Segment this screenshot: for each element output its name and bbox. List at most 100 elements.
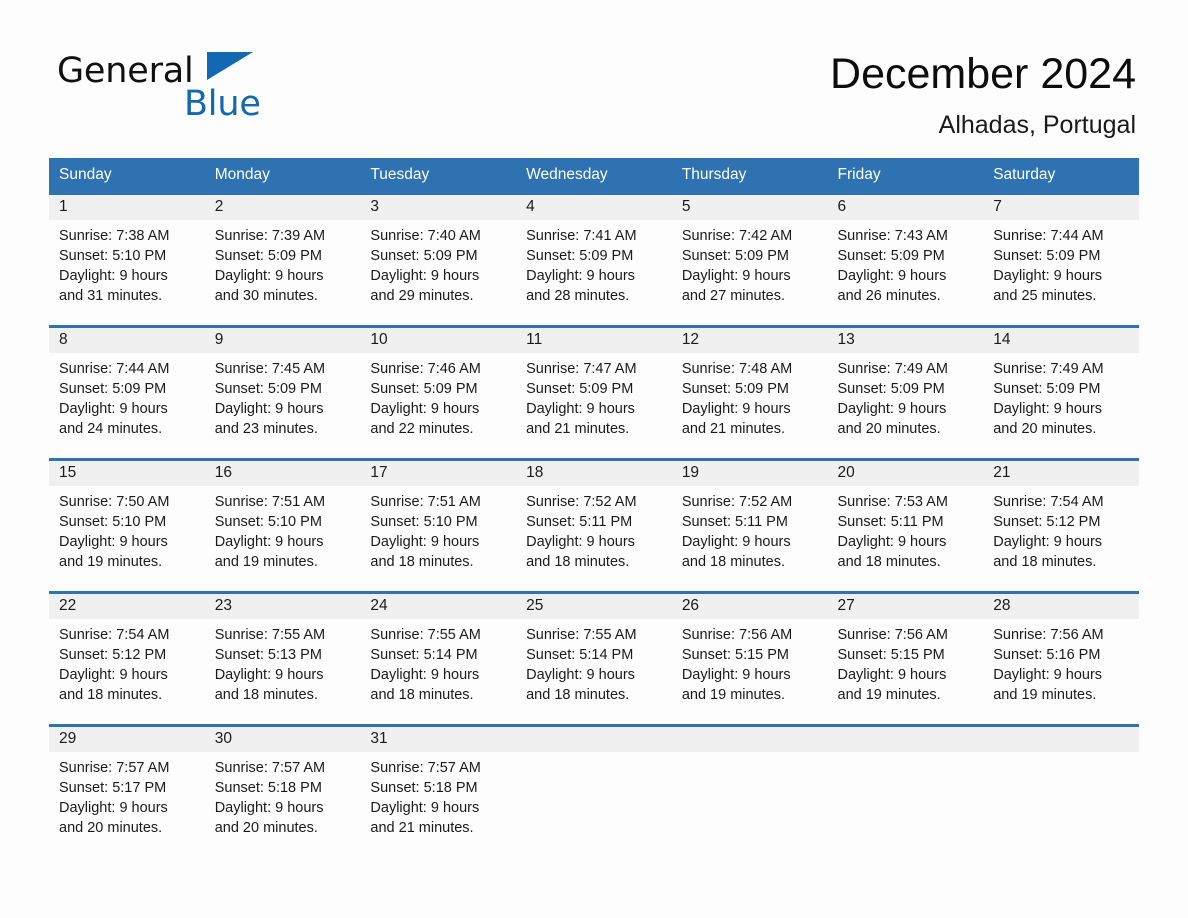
calendar-day-cell[interactable]: 5 Sunrise: 7:42 AM Sunset: 5:09 PM Daylight… (671, 192, 828, 325)
daylight-duration-line-1: Daylight: 9 hours (837, 534, 947, 550)
calendar-day-cell[interactable]: 8 Sunrise: 7:44 AM Sunset: 5:09 PM Daylight… (49, 325, 205, 458)
calendar-day-cell[interactable]: 3 Sunrise: 7:40 AM Sunset: 5:09 PM Daylight… (360, 192, 517, 325)
day-number: 3 (370, 198, 380, 215)
day-number: 31 (370, 730, 388, 747)
calendar-day-cell[interactable]: 4 Sunrise: 7:41 AM Sunset: 5:09 PM Daylight… (516, 192, 672, 325)
day-number: 26 (681, 597, 700, 614)
calendar-day-cell[interactable]: 20 Sunrise: 7:53 AM Sunset: 5:11 PM Dayligh… (827, 458, 984, 591)
day-number: 15 (59, 464, 77, 481)
calendar-day-cell[interactable]: 17 Sunrise: 7:51 AM Sunset: 5:10 PM Dayligh… (360, 458, 517, 591)
day-details: Sunrise: 7:45 AM Sunset: 5:09 PM Daylight:… (205, 353, 361, 439)
day-number-strip: 2 (204, 195, 361, 220)
day-number-strip: 16 (204, 461, 361, 486)
calendar-week-row: 22 Sunrise: 7:54 AM Sunset: 5:12 PM Dayligh… (49, 591, 1139, 724)
sunrise-time: Sunrise: 7:52 AM (681, 494, 793, 510)
day-number-strip: 27 (827, 594, 984, 619)
daylight-duration-line-1: Daylight: 9 hours (681, 534, 791, 550)
calendar-day-cell[interactable]: 12 Sunrise: 7:48 AM Sunset: 5:09 PM Dayligh… (671, 325, 828, 458)
day-number: 6 (837, 198, 847, 215)
daylight-duration-line-2: and 19 minutes. (993, 687, 1097, 703)
daylight-duration-line-1: Daylight: 9 hours (59, 800, 168, 816)
calendar-day-cell[interactable]: 27 Sunrise: 7:56 AM Sunset: 5:15 PM Dayligh… (827, 591, 984, 724)
day-details: Sunrise: 7:55 AM Sunset: 5:14 PM Daylight:… (360, 619, 516, 705)
day-number: 1 (59, 198, 68, 215)
daylight-duration-line-2: and 20 minutes. (993, 421, 1097, 437)
day-number: 8 (59, 331, 68, 348)
sunset-time: Sunset: 5:17 PM (59, 780, 167, 796)
calendar-day-cell[interactable]: 13 Sunrise: 7:49 AM Sunset: 5:09 PM Dayligh… (827, 325, 984, 458)
calendar-day-cell[interactable]: 25 Sunrise: 7:55 AM Sunset: 5:14 PM Dayligh… (516, 591, 672, 724)
daylight-duration-line-1: Daylight: 9 hours (59, 534, 168, 550)
calendar-day-cell[interactable]: 19 Sunrise: 7:52 AM Sunset: 5:11 PM Dayligh… (671, 458, 828, 591)
sunrise-time: Sunrise: 7:51 AM (370, 494, 481, 510)
calendar-day-cell[interactable]: 29 Sunrise: 7:57 AM Sunset: 5:17 PM Dayligh… (49, 724, 205, 857)
daylight-duration-line-2: and 21 minutes. (526, 421, 630, 437)
sunrise-time: Sunrise: 7:56 AM (837, 627, 948, 643)
sunset-time: Sunset: 5:09 PM (681, 381, 790, 397)
day-details: Sunrise: 7:57 AM Sunset: 5:18 PM Daylight:… (205, 752, 361, 838)
calendar-week-row: 1 Sunrise: 7:38 AM Sunset: 5:10 PM Daylight… (49, 192, 1139, 325)
day-number-strip: 30 (204, 727, 361, 752)
sunrise-time: Sunrise: 7:40 AM (370, 228, 481, 244)
daylight-duration-line-2: and 20 minutes. (837, 421, 941, 437)
weekday-header-thursday: Thursday (671, 158, 828, 192)
sunrise-time: Sunrise: 7:44 AM (59, 361, 170, 377)
weekday-header-tuesday: Tuesday (360, 158, 517, 192)
calendar-day-cell[interactable]: 7 Sunrise: 7:44 AM Sunset: 5:09 PM Daylight… (983, 192, 1139, 325)
sunset-time: Sunset: 5:09 PM (370, 248, 478, 264)
calendar-day-cell[interactable]: 31 Sunrise: 7:57 AM Sunset: 5:18 PM Dayligh… (360, 724, 517, 857)
daylight-duration-line-2: and 25 minutes. (993, 288, 1097, 304)
sunrise-time: Sunrise: 7:49 AM (993, 361, 1104, 377)
calendar-day-cell[interactable]: 16 Sunrise: 7:51 AM Sunset: 5:10 PM Dayligh… (204, 458, 361, 591)
daylight-duration-line-2: and 18 minutes. (993, 554, 1097, 570)
sunrise-time: Sunrise: 7:54 AM (59, 627, 170, 643)
day-number-strip (516, 727, 672, 752)
calendar-day-cell[interactable]: 24 Sunrise: 7:55 AM Sunset: 5:14 PM Dayligh… (360, 591, 517, 724)
calendar-day-cell[interactable]: 22 Sunrise: 7:54 AM Sunset: 5:12 PM Dayligh… (49, 591, 205, 724)
day-details: Sunrise: 7:47 AM Sunset: 5:09 PM Daylight:… (516, 353, 672, 439)
sunrise-time: Sunrise: 7:57 AM (59, 760, 170, 776)
day-details: Sunrise: 7:56 AM Sunset: 5:15 PM Daylight:… (828, 619, 984, 705)
calendar-day-cell[interactable]: 14 Sunrise: 7:49 AM Sunset: 5:09 PM Dayligh… (983, 325, 1139, 458)
calendar-day-cell[interactable]: 2 Sunrise: 7:39 AM Sunset: 5:09 PM Daylight… (204, 192, 361, 325)
sunset-time: Sunset: 5:11 PM (837, 514, 944, 530)
day-number-strip: 9 (204, 328, 361, 353)
day-details: Sunrise: 7:56 AM Sunset: 5:15 PM Daylight:… (672, 619, 828, 705)
daylight-duration-line-2: and 18 minutes. (526, 554, 630, 570)
sunset-time: Sunset: 5:09 PM (370, 381, 478, 397)
calendar-day-cell[interactable]: 18 Sunrise: 7:52 AM Sunset: 5:11 PM Dayligh… (516, 458, 672, 591)
calendar-day-cell[interactable]: 21 Sunrise: 7:54 AM Sunset: 5:12 PM Dayligh… (983, 458, 1139, 591)
calendar-day-cell[interactable]: 6 Sunrise: 7:43 AM Sunset: 5:09 PM Daylight… (827, 192, 984, 325)
calendar-week-row: 29 Sunrise: 7:57 AM Sunset: 5:17 PM Dayligh… (49, 724, 1139, 857)
day-number: 24 (370, 597, 388, 614)
day-number: 27 (837, 597, 855, 614)
weekday-header-row: Sunday Monday Tuesday Wednesday Thursday… (49, 158, 1139, 192)
calendar-day-cell[interactable]: 26 Sunrise: 7:56 AM Sunset: 5:15 PM Dayligh… (671, 591, 828, 724)
daylight-duration-line-1: Daylight: 9 hours (681, 268, 791, 284)
calendar-day-cell[interactable]: 23 Sunrise: 7:55 AM Sunset: 5:13 PM Dayligh… (204, 591, 361, 724)
daylight-duration-line-2: and 20 minutes. (59, 820, 163, 836)
sunrise-time: Sunrise: 7:55 AM (526, 627, 637, 643)
sunset-time: Sunset: 5:09 PM (993, 248, 1101, 264)
calendar-day-cell[interactable]: 28 Sunrise: 7:56 AM Sunset: 5:16 PM Dayligh… (983, 591, 1139, 724)
daylight-duration-line-2: and 23 minutes. (214, 421, 318, 437)
daylight-duration-line-1: Daylight: 9 hours (370, 667, 480, 683)
page-title: December 2024 (830, 50, 1136, 98)
sunset-time: Sunset: 5:10 PM (370, 514, 478, 530)
calendar-day-cell[interactable]: 1 Sunrise: 7:38 AM Sunset: 5:10 PM Daylight… (49, 192, 205, 325)
calendar-day-cell[interactable]: 10 Sunrise: 7:46 AM Sunset: 5:09 PM Dayligh… (360, 325, 517, 458)
day-number-strip: 3 (360, 195, 517, 220)
day-number: 11 (526, 331, 543, 348)
calendar-day-cell[interactable]: 30 Sunrise: 7:57 AM Sunset: 5:18 PM Dayligh… (204, 724, 361, 857)
calendar-day-cell[interactable]: 11 Sunrise: 7:47 AM Sunset: 5:09 PM Dayligh… (516, 325, 672, 458)
day-number: 17 (370, 464, 388, 481)
day-number-strip: 4 (516, 195, 672, 220)
sunrise-time: Sunrise: 7:53 AM (837, 494, 948, 510)
daylight-duration-line-1: Daylight: 9 hours (59, 401, 168, 417)
sunrise-time: Sunrise: 7:57 AM (214, 760, 326, 776)
calendar-day-cell[interactable]: 9 Sunrise: 7:45 AM Sunset: 5:09 PM Daylight… (204, 325, 361, 458)
calendar-day-cell[interactable]: 15 Sunrise: 7:50 AM Sunset: 5:10 PM Dayligh… (49, 458, 205, 591)
sunrise-time: Sunrise: 7:56 AM (993, 627, 1104, 643)
day-number-strip: 20 (827, 461, 984, 486)
day-details: Sunrise: 7:48 AM Sunset: 5:09 PM Daylight:… (672, 353, 828, 439)
